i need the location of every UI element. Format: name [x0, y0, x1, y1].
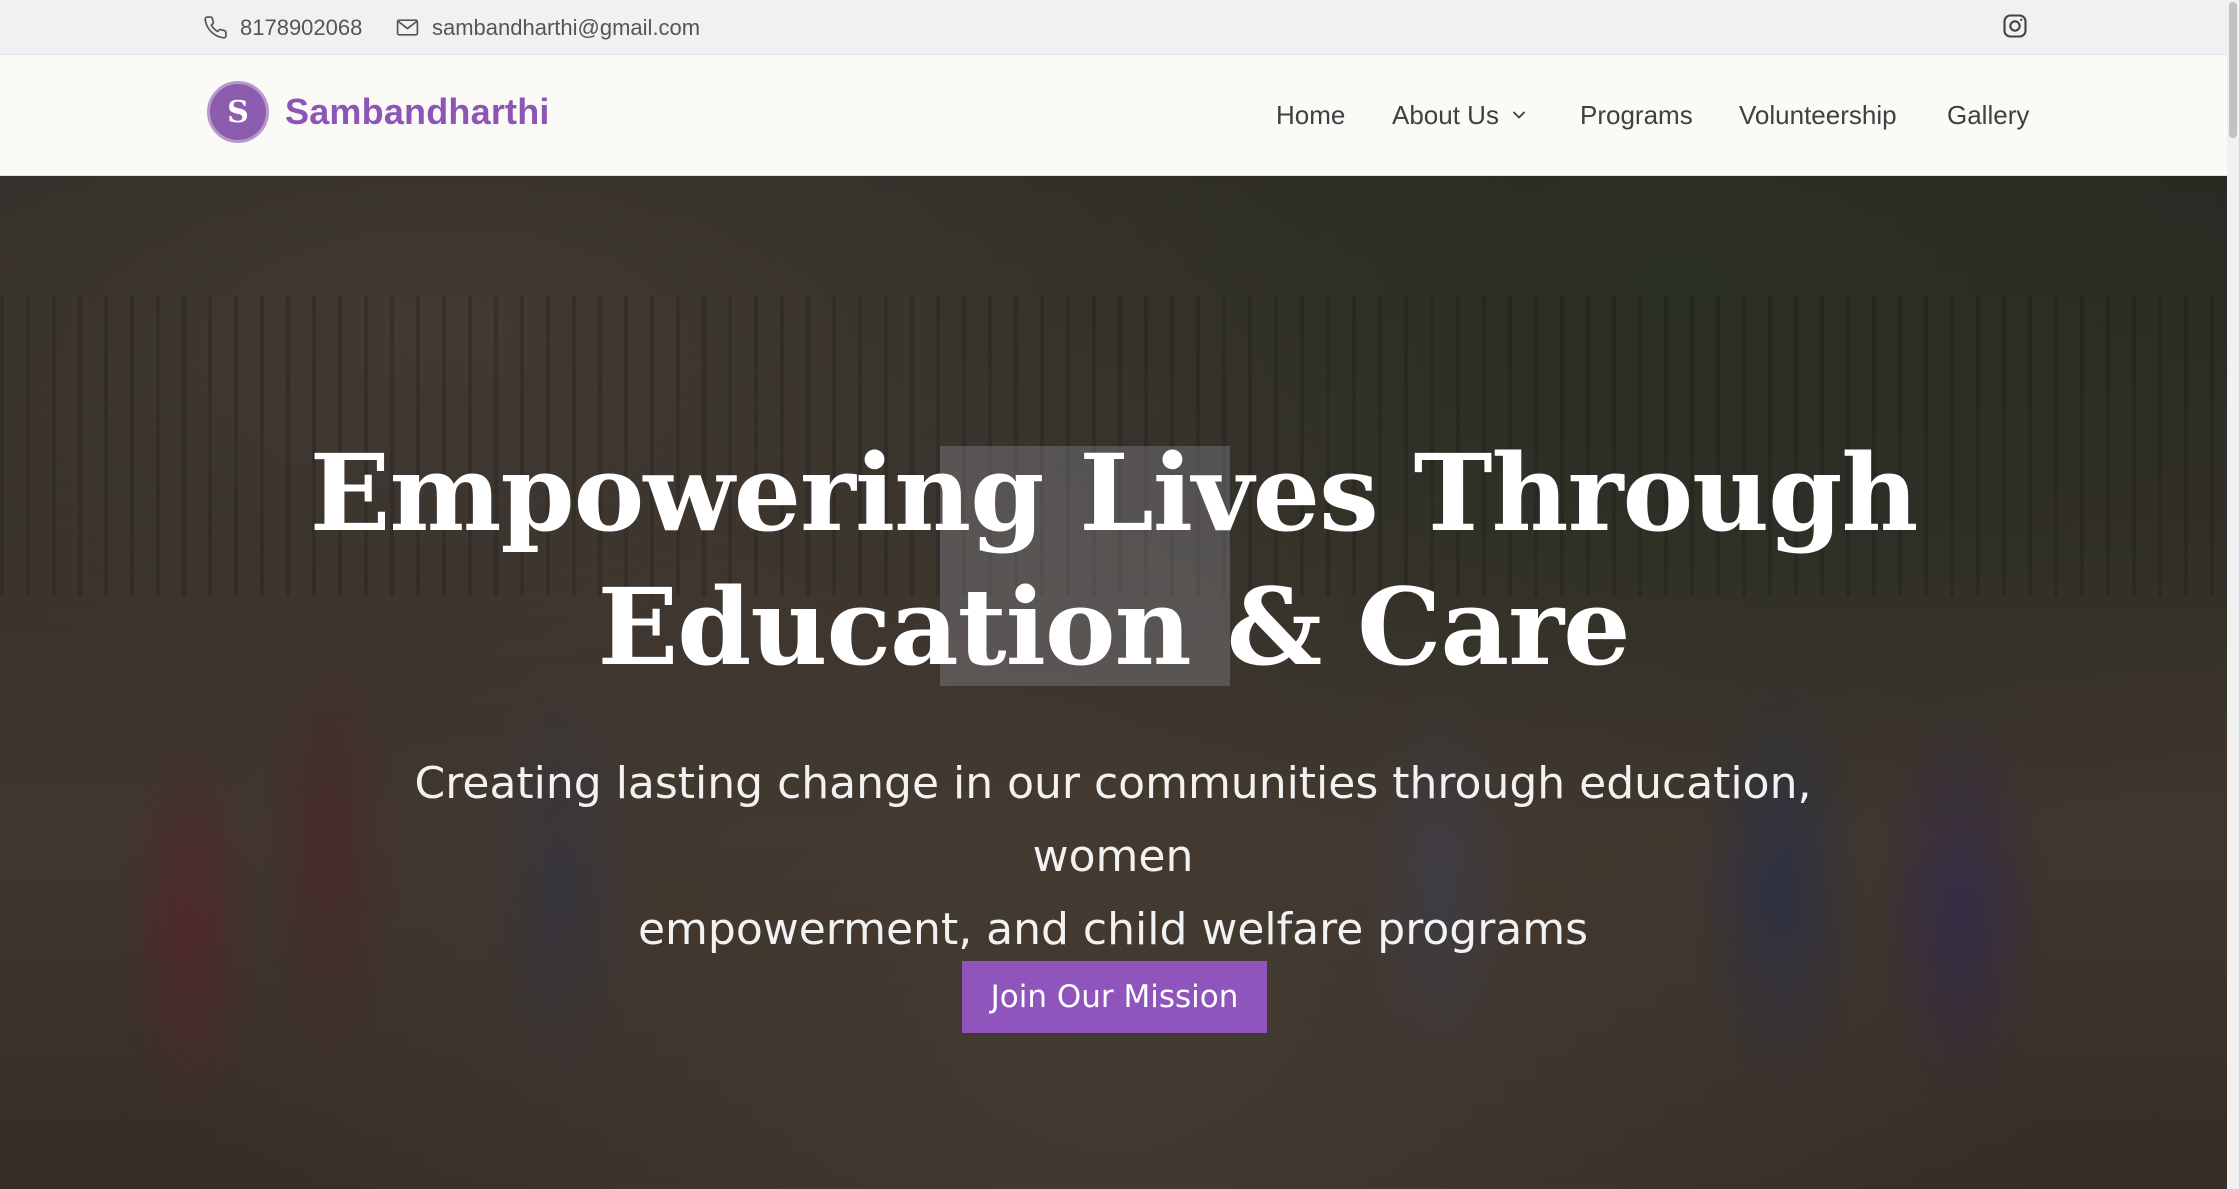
hero-subtitle-line-2: empowerment, and child welfare programs — [637, 904, 1589, 955]
page-scrollbar[interactable] — [2227, 0, 2239, 1189]
hero-title: Empowering Lives Through Education & Car… — [0, 426, 2227, 694]
logo: S — [207, 81, 269, 143]
nav-item-home[interactable]: Home — [1276, 100, 1345, 130]
logo-letter: S — [227, 94, 249, 130]
hero-subtitle: Creating lasting change in our communiti… — [353, 747, 1873, 966]
hero-subtitle-line-1: Creating lasting change in our communiti… — [414, 758, 1812, 882]
nav-item-gallery[interactable]: Gallery — [1947, 100, 2029, 130]
hero-title-line-2: Education & Care — [597, 564, 1630, 689]
email-contact[interactable]: sambandharthi@gmail.com — [395, 0, 700, 55]
phone-number: 8178902068 — [240, 14, 363, 40]
nav-item-volunteership[interactable]: Volunteership — [1739, 100, 1897, 130]
instagram-icon[interactable] — [2001, 12, 2029, 40]
email-address: sambandharthi@gmail.com — [432, 14, 701, 40]
scrollbar-thumb[interactable] — [2229, 2, 2237, 138]
hero-title-line-1: Empowering Lives Through — [309, 430, 1919, 555]
join-our-mission-button[interactable]: Join Our Mission — [962, 961, 1267, 1033]
nav-item-about-us-label: About Us — [1392, 100, 1499, 130]
nav-item-about-us[interactable]: About Us — [1392, 100, 1529, 130]
main-navbar: S Sambandharthi Home About Us Programs V… — [0, 55, 2227, 176]
brand-link[interactable]: S Sambandharthi — [207, 81, 550, 143]
mail-icon — [396, 19, 419, 36]
top-contact-bar: 8178902068 sambandharthi@gmail.com — [0, 0, 2227, 55]
chevron-down-icon — [1513, 111, 1525, 119]
hero-section: Empowering Lives Through Education & Car… — [0, 176, 2227, 1189]
nav-item-programs[interactable]: Programs — [1580, 100, 1693, 130]
brand-name: Sambandharthi — [285, 91, 550, 132]
phone-icon — [204, 16, 227, 39]
phone-contact[interactable]: 8178902068 — [203, 0, 362, 55]
